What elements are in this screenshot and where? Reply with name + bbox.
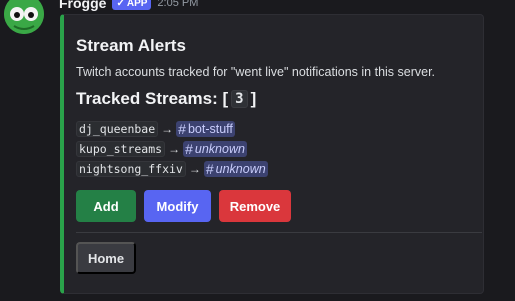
check-icon: ✓ bbox=[116, 0, 125, 9]
username[interactable]: Frogge bbox=[59, 0, 106, 11]
channel-name: unknown bbox=[215, 162, 266, 176]
tracked-streams-label: Tracked Streams: [ bbox=[76, 89, 229, 108]
hash-icon: # bbox=[178, 121, 186, 137]
stream-account: dj_queenbae bbox=[76, 121, 159, 137]
hash-icon: # bbox=[205, 161, 214, 177]
stream-account: kupo_streams bbox=[76, 141, 166, 157]
divider bbox=[76, 232, 482, 233]
channel-mention[interactable]: # unknown bbox=[203, 161, 268, 177]
list-item: dj_queenbae → # bot-stuff bbox=[76, 119, 469, 139]
embed-card: Stream Alerts Twitch accounts tracked fo… bbox=[60, 14, 484, 294]
list-item: nightsong_ffxiv → # unknown bbox=[76, 159, 469, 179]
home-button[interactable]: Home bbox=[76, 242, 136, 274]
hash-icon: # bbox=[185, 141, 193, 157]
stream-account: nightsong_ffxiv bbox=[76, 161, 186, 177]
modify-button[interactable]: Modify bbox=[144, 190, 211, 222]
action-buttons: Add Modify Remove bbox=[76, 190, 469, 222]
arrow-icon: → bbox=[168, 142, 181, 156]
embed-description: Twitch accounts tracked for "went live" … bbox=[76, 65, 436, 79]
stream-count: 3 bbox=[231, 90, 248, 108]
avatar[interactable] bbox=[4, 0, 44, 34]
channel-mention[interactable]: # bot-stuff bbox=[176, 121, 235, 137]
tracked-streams-heading: Tracked Streams: [ 3 ] bbox=[76, 89, 469, 109]
add-button[interactable]: Add bbox=[76, 190, 136, 222]
arrow-icon: → bbox=[188, 162, 201, 176]
stream-list: dj_queenbae → # bot-stuff kupo_streams →… bbox=[76, 119, 469, 179]
timestamp: 2:05 PM bbox=[157, 0, 199, 9]
embed-title: Stream Alerts bbox=[76, 36, 186, 55]
app-badge: ✓ APP bbox=[112, 0, 152, 10]
frog-avatar-icon bbox=[4, 0, 44, 34]
list-item: kupo_streams → # unknown bbox=[76, 139, 469, 159]
arrow-icon: → bbox=[161, 122, 174, 136]
message-header: Frogge ✓ APP 2:05 PM bbox=[59, 0, 198, 11]
channel-name: bot-stuff bbox=[187, 122, 233, 136]
channel-mention[interactable]: # unknown bbox=[183, 141, 247, 157]
tracked-streams-bracket: ] bbox=[250, 89, 257, 108]
remove-button[interactable]: Remove bbox=[219, 190, 291, 222]
channel-name: unknown bbox=[194, 142, 245, 156]
app-badge-label: APP bbox=[126, 0, 148, 9]
